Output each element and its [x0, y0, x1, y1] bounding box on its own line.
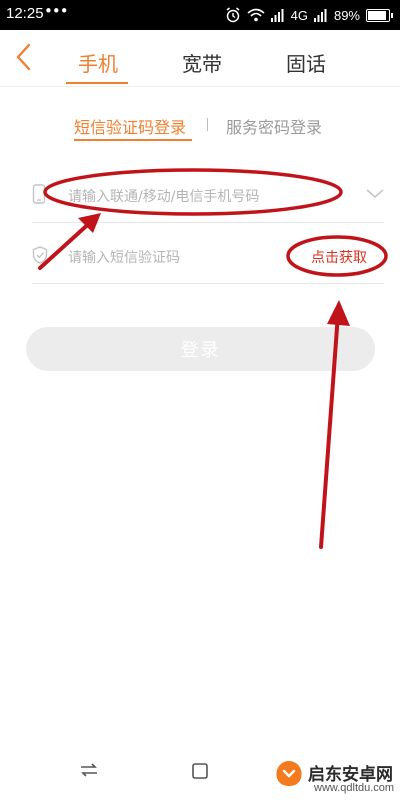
code-input[interactable]: 请输入短信验证码: [68, 247, 180, 267]
battery-percent: 89%: [333, 7, 360, 23]
status-dots: •••: [44, 2, 69, 20]
signal-icon: [270, 8, 284, 22]
password-login-tab[interactable]: 服务密码登录: [226, 114, 322, 138]
method-separator: [207, 118, 208, 131]
phone-icon: [32, 184, 46, 204]
tab-landline[interactable]: 固话: [286, 48, 326, 77]
sms-login-tab[interactable]: 短信验证码登录: [74, 114, 186, 138]
status-bar: 12:25 ••• 4G 89%: [0, 0, 400, 30]
get-code-button[interactable]: 点击获取: [311, 247, 367, 267]
phone-input[interactable]: 请输入联通/移动/电信手机号码: [68, 186, 259, 206]
network-type: 4G: [290, 7, 308, 23]
method-underline: [74, 139, 192, 141]
status-icons: 4G 89%: [225, 5, 393, 25]
status-time: 12:25: [6, 5, 44, 22]
alarm-icon: [226, 7, 240, 23]
back-icon[interactable]: [14, 42, 36, 72]
shield-check-icon: [32, 246, 48, 264]
header-divider: [0, 86, 400, 87]
phone-row-divider: [32, 222, 384, 223]
login-button[interactable]: 登录: [26, 327, 375, 371]
annotation-overlay: [38, 168, 388, 549]
back-nav-icon[interactable]: [272, 756, 306, 790]
watermark-url: www.qdltdu.com: [314, 782, 395, 794]
home-icon[interactable]: [191, 762, 209, 780]
wifi-icon: [247, 8, 265, 22]
signal-icon: [313, 8, 327, 22]
code-row-divider: [32, 283, 384, 284]
tab-underline: [66, 82, 128, 84]
recent-apps-icon[interactable]: [80, 762, 98, 778]
battery-icon: [366, 8, 393, 22]
tab-phone[interactable]: 手机: [78, 48, 118, 77]
tab-broadband[interactable]: 宽带: [182, 48, 222, 77]
chevron-down-icon[interactable]: [366, 189, 384, 199]
